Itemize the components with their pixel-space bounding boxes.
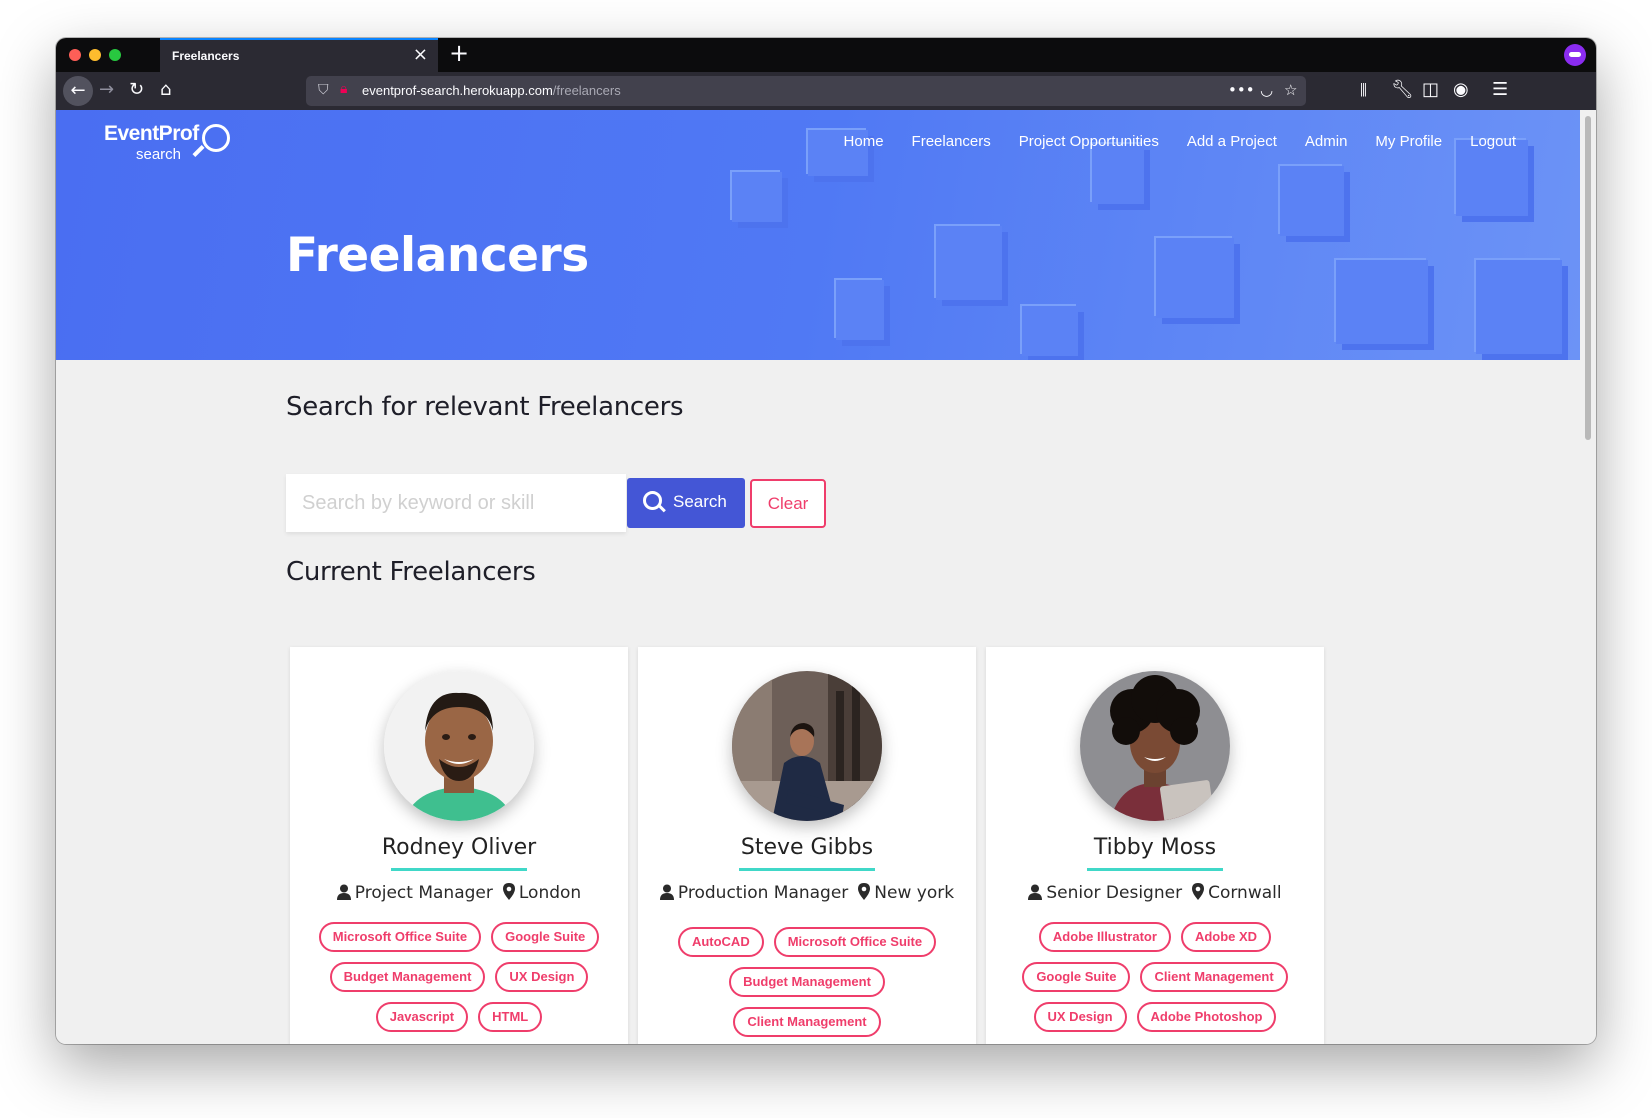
skill-tag[interactable]: Client Management (1140, 962, 1288, 992)
skill-tag[interactable]: Google Suite (1022, 962, 1131, 992)
nav-freelancers[interactable]: Freelancers (912, 133, 991, 150)
private-browsing-icon (1564, 44, 1586, 66)
skill-tag[interactable]: Javascript (375, 1002, 469, 1032)
sidebar-icon[interactable]: ◫ (1422, 79, 1439, 101)
insecure-lock-icon[interactable]: 🔒︎ (340, 81, 347, 97)
freelancer-meta: Project Manager London (290, 883, 628, 903)
freelancer-name: Tibby Moss (1093, 835, 1217, 860)
search-icon (643, 491, 662, 510)
map-pin-icon (1192, 883, 1205, 900)
close-window-button[interactable] (69, 49, 81, 61)
clear-button[interactable]: Clear (750, 479, 826, 528)
freelancer-card[interactable]: Rodney Oliver Project Manager London Micr… (290, 647, 628, 1044)
address-bar[interactable]: ⛉ 🔒︎ eventprof-search.herokuapp.com/free… (306, 76, 1306, 106)
site-nav: Home Freelancers Project Opportunities A… (844, 133, 1516, 150)
freelancer-role: Production Manager (677, 883, 849, 903)
skill-tag[interactable]: Budget Management (729, 967, 885, 997)
eventprof-logo[interactable]: EventProf search (104, 122, 230, 163)
map-pin-icon (858, 883, 871, 900)
user-icon (659, 884, 674, 900)
freelancer-name: Rodney Oliver (381, 835, 537, 860)
magnifier-logo-icon (202, 124, 230, 152)
new-tab-icon[interactable]: + (449, 39, 469, 67)
freelancer-location: New york (874, 883, 955, 903)
avatar[interactable] (384, 671, 534, 821)
browser-window: Freelancers × + ← → ↻ ⌂ ⛉ 🔒︎ eventprof-s… (56, 38, 1596, 1044)
skill-list: AutoCAD Microsoft Office Suite Budget Ma… (652, 927, 962, 1037)
map-pin-icon (502, 883, 515, 900)
back-icon[interactable]: ← (63, 76, 93, 106)
skill-tag[interactable]: AutoCAD (677, 927, 764, 957)
tab-title: Freelancers (172, 49, 240, 63)
freelancer-location: Cornwall (1208, 883, 1282, 903)
search-input[interactable] (286, 474, 626, 532)
web-page: EventProf search Home Freelancers Projec… (56, 110, 1580, 1044)
minimize-window-button[interactable] (89, 49, 101, 61)
skill-tag[interactable]: Google Suite (491, 922, 600, 952)
account-icon[interactable]: ◉ (1453, 79, 1469, 101)
nav-my-profile[interactable]: My Profile (1375, 133, 1442, 150)
reload-icon[interactable]: ↻ (129, 79, 144, 101)
skill-tag[interactable]: Microsoft Office Suite (318, 922, 482, 952)
skill-tag[interactable]: Adobe Illustrator (1038, 922, 1171, 952)
home-icon[interactable]: ⌂ (160, 79, 171, 101)
freelancer-role: Senior Designer (1046, 883, 1183, 903)
skill-tag[interactable]: UX Design (495, 962, 589, 992)
search-heading: Search for relevant Freelancers (286, 392, 684, 422)
skill-tag[interactable]: Client Management (733, 1007, 881, 1037)
freelancer-meta: Production Manager New york (638, 883, 976, 903)
forward-icon[interactable]: → (99, 79, 114, 101)
tab-strip: Freelancers × + (56, 38, 1596, 72)
browser-toolbar: ← → ↻ ⌂ ⛉ 🔒︎ eventprof-search.herokuapp.… (56, 72, 1596, 110)
nav-home[interactable]: Home (844, 133, 884, 150)
skill-list: Adobe Illustrator Adobe XD Google Suite … (1000, 922, 1310, 1032)
url-text: eventprof-search.herokuapp.com/freelance… (362, 83, 621, 98)
skill-tag[interactable]: Budget Management (329, 962, 486, 992)
user-icon (336, 884, 351, 900)
nav-project-opportunities[interactable]: Project Opportunities (1019, 133, 1159, 150)
avatar[interactable] (1080, 671, 1230, 821)
skill-tag[interactable]: Microsoft Office Suite (773, 927, 937, 957)
page-scrollbar[interactable] (1580, 110, 1596, 1044)
avatar[interactable] (732, 671, 882, 821)
skill-tag[interactable]: UX Design (1033, 1002, 1127, 1032)
freelancer-location: London (518, 883, 582, 903)
close-tab-icon[interactable]: × (413, 44, 428, 65)
skill-list: Microsoft Office Suite Google Suite Budg… (304, 922, 614, 1032)
freelancer-card[interactable]: Steve Gibbs Production Manager New york A… (638, 647, 976, 1044)
browser-tab[interactable]: Freelancers × (160, 38, 438, 72)
skill-tag[interactable]: HTML (478, 1002, 543, 1032)
page-actions-icon[interactable]: ••• (1228, 81, 1255, 99)
tracking-shield-icon[interactable]: ⛉ (318, 82, 329, 98)
nav-add-project[interactable]: Add a Project (1187, 133, 1277, 150)
freelancer-card[interactable]: Tibby Moss Senior Designer Cornwall Adobe… (986, 647, 1324, 1044)
library-icon[interactable]: ⫼ (1360, 79, 1367, 101)
hero-banner: EventProf search Home Freelancers Projec… (56, 110, 1580, 360)
freelancer-name: Steve Gibbs (740, 835, 874, 860)
freelancers-heading: Current Freelancers (286, 557, 536, 587)
skill-tag[interactable]: Adobe XD (1180, 922, 1272, 952)
freelancer-role: Project Manager (354, 883, 493, 903)
skill-tag[interactable]: Adobe Photoshop (1136, 1002, 1277, 1032)
nav-logout[interactable]: Logout (1470, 133, 1516, 150)
menu-icon[interactable]: ☰ (1492, 79, 1508, 101)
wrench-icon[interactable]: 🔧︎ (1391, 79, 1414, 101)
nav-admin[interactable]: Admin (1305, 133, 1348, 150)
page-title: Freelancers (286, 228, 589, 283)
freelancer-meta: Senior Designer Cornwall (986, 883, 1324, 903)
user-icon (1028, 884, 1043, 900)
pocket-icon[interactable]: ◡ (1260, 81, 1273, 99)
scrollbar-thumb[interactable] (1585, 116, 1591, 440)
zoom-window-button[interactable] (109, 49, 121, 61)
search-button[interactable]: Search (627, 478, 745, 528)
bookmark-star-icon[interactable]: ☆ (1284, 81, 1297, 99)
